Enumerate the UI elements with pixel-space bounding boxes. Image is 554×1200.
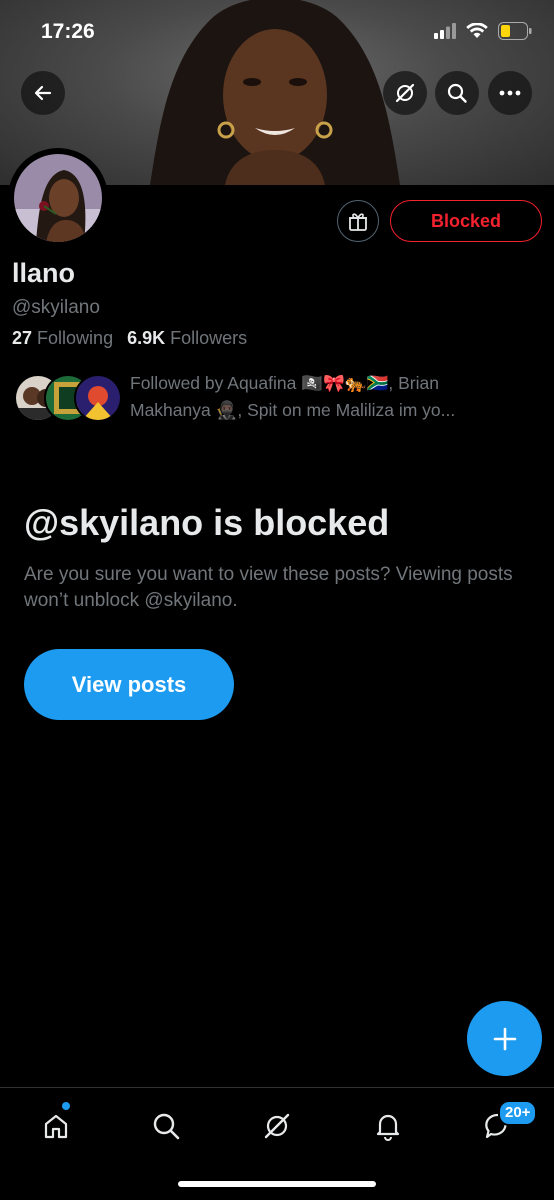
following-label: Following [37,328,114,348]
profile-handle: @skyilano [12,297,100,318]
status-time: 17:26 [41,20,95,43]
plus-icon [493,1027,516,1050]
followed-by-line-1: Followed by Aquafina 🏴‍☠️🎀🐅🇿🇦, Brian [130,373,439,393]
more-button[interactable] [488,71,532,115]
followers-link[interactable]: 6.9K Followers [127,328,247,349]
profile-avatar[interactable] [8,148,108,248]
wifi-icon [466,23,488,38]
messages-badge: 20+ [498,1100,538,1126]
gift-icon [349,213,367,231]
nav-home[interactable] [36,1106,76,1146]
blocked-description: Are you sure you want to view these post… [24,564,513,611]
more-icon [499,90,521,96]
nav-notifications[interactable] [368,1106,408,1146]
search-button[interactable] [435,71,479,115]
arrow-left-icon [34,85,52,101]
blocked-button[interactable]: Blocked [390,200,542,242]
back-button[interactable] [21,71,65,115]
battery-icon [498,22,532,40]
bottom-nav: 20+ [0,1087,554,1200]
home-icon [44,1114,68,1139]
status-icons [434,22,532,40]
gift-button[interactable] [337,200,379,242]
home-notification-dot [62,1102,70,1110]
follower-avatar-3 [74,374,122,422]
grok-button[interactable] [383,71,427,115]
view-posts-button[interactable]: View posts [24,649,234,720]
followers-label: Followers [170,328,248,348]
home-indicator [178,1181,376,1187]
search-icon [447,83,467,103]
notifications-icon [376,1114,400,1141]
banner-photo [150,0,400,185]
signal-icon [434,23,456,39]
blocked-title: @skyilano is blocked [24,502,390,543]
compose-button[interactable] [467,1001,542,1076]
grok-icon [264,1113,290,1139]
nav-search[interactable] [146,1106,186,1146]
search-icon [153,1113,180,1140]
followed-by-line-2: Makhanya 🥷🏿, Spit on me Maliliza im yo..… [130,400,456,420]
profile-stats: 27 Following 6.9K Followers [12,328,247,349]
nav-grok[interactable] [257,1106,297,1146]
following-link[interactable]: 27 Following [12,328,113,349]
followed-by-text[interactable]: Followed by Aquafina 🏴‍☠️🎀🐅🇿🇦, Brian Mak… [130,370,530,424]
following-count: 27 [12,328,33,348]
followers-count: 6.9K [127,328,166,348]
avatar-photo [14,154,102,242]
followed-by-avatars[interactable] [14,374,122,422]
grok-icon [395,83,415,103]
avatar [14,154,102,242]
display-name: llano [12,258,76,288]
